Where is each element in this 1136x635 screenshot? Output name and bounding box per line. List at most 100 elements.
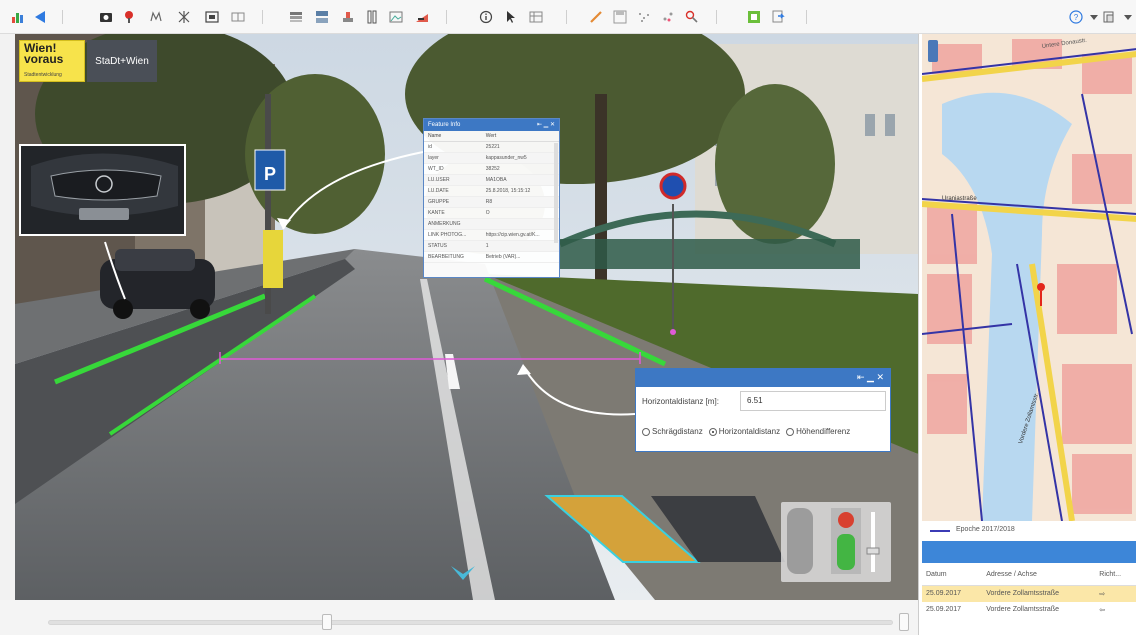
save-icon[interactable] — [610, 7, 630, 27]
overview-map[interactable]: Untere Donaustr. Uraniastraße Vordere Zo… — [922, 34, 1136, 521]
radio-label: Höhendifferenz — [796, 427, 851, 436]
measurement-dialog-header[interactable]: ⇤ ▁ ✕ — [636, 369, 890, 387]
window-controls[interactable]: ⇤ ▁ ✕ — [537, 121, 555, 128]
table-row[interactable]: ANMERKUNG — [424, 218, 559, 230]
distance-value-field[interactable]: 6.51 — [740, 391, 886, 411]
position-marker-icon — [1037, 283, 1045, 291]
distance-mode-options: Schrägdistanz Horizontaldistanz Höhendif… — [642, 427, 892, 436]
legend-label: Epoche 2017/2018 — [956, 526, 1015, 533]
measurement-dialog[interactable]: ⇤ ▁ ✕ Horizontaldistanz [m]: 6.51 Schräg… — [635, 368, 891, 452]
history-date-cell: 25.09.2017 — [922, 585, 983, 602]
zoom-inset — [19, 144, 186, 236]
column-icon[interactable] — [362, 7, 382, 27]
feature-info-table: Name Wert id 25221 layer kappasunder_nw5 WT_… — [424, 131, 559, 263]
cursor-icon[interactable] — [500, 7, 520, 27]
table-row[interactable]: 25.09.2017 Vordere Zollamtsstraße ⇨ — [922, 585, 1136, 602]
attribute-value-cell: kappasunder_nw5 — [481, 152, 559, 164]
table-row[interactable]: GRUPPE R8 — [424, 196, 559, 208]
history-dir-cell: ⇦ — [1099, 606, 1106, 614]
radio-label: Schrägdistanz — [652, 427, 703, 436]
logo-stadt-text: StaDt+Wien — [95, 55, 149, 67]
distance-label: Horizontaldistanz [m]: — [642, 397, 719, 406]
feature-info-panel[interactable]: Feature Info ⇤ ▁ ✕ Name Wert id 25221 laye… — [423, 118, 560, 278]
scrollbar[interactable] — [554, 143, 558, 243]
back-arrow-icon[interactable] — [30, 7, 50, 27]
history-header-bar — [922, 541, 1136, 563]
attribute-name-cell: id — [424, 141, 482, 153]
grid-icon[interactable] — [174, 7, 194, 27]
attribute-name-cell: LINK PHOTOG... — [424, 229, 482, 241]
table-icon[interactable] — [526, 7, 546, 27]
pencil-icon[interactable] — [586, 7, 606, 27]
table-row[interactable]: LINK PHOTOG... https://cip.wien.gv.at/K..… — [424, 229, 559, 241]
chevron-down-icon[interactable] — [1118, 7, 1136, 27]
car — [100, 249, 215, 319]
attribute-value-cell: Betrieb (VAR)... — [481, 251, 559, 263]
frame-icon[interactable] — [202, 7, 222, 27]
vehicle-camera-widget[interactable] — [781, 502, 891, 582]
table-row[interactable]: KANTE O — [424, 207, 559, 219]
radio-horizontal-distance[interactable]: Horizontaldistanz — [708, 427, 780, 436]
toolbar: ? — [0, 0, 1136, 34]
attribute-name-cell: LU.DATE — [424, 185, 482, 197]
column-header-address[interactable]: Adresse / Achse — [982, 565, 1096, 586]
table-row[interactable]: layer kappasunder_nw5 — [424, 152, 559, 164]
timeline-end-handle[interactable] — [899, 613, 909, 631]
info-icon[interactable] — [476, 7, 496, 27]
street-view-viewer[interactable]: P Wien! voraus Stadtentwicklung StaDt+Wi… — [15, 34, 918, 600]
timeline-slider-thumb[interactable] — [321, 614, 332, 630]
svg-text:P: P — [264, 164, 276, 184]
right-panel: Untere Donaustr. Uraniastraße Vordere Zo… — [918, 34, 1136, 635]
export-icon[interactable] — [744, 7, 764, 27]
split-view-icon[interactable] — [312, 7, 332, 27]
vehicle-icon[interactable] — [837, 534, 855, 570]
book-icon[interactable] — [228, 7, 248, 27]
timeline-bar — [0, 600, 918, 635]
app-window: ? P Wien! voraus Stadtentwicklung StaDt+… — [0, 0, 1136, 635]
scatter-icon[interactable] — [658, 7, 678, 27]
attribute-name-cell: WT_ID — [424, 163, 482, 175]
history-address-cell: Vordere Zollamtsstraße — [986, 606, 1059, 613]
feature-info-header[interactable]: Feature Info ⇤ ▁ ✕ — [424, 119, 559, 131]
car-closeup — [21, 146, 184, 234]
car-top-view-icon[interactable] — [787, 508, 813, 574]
search-icon[interactable] — [682, 7, 702, 27]
chart-icon[interactable] — [8, 7, 28, 27]
tree-icon[interactable] — [146, 7, 166, 27]
attribute-name-cell: KANTE — [424, 207, 482, 219]
refresh-icon[interactable] — [768, 7, 788, 27]
attribute-value-cell: 25.8.2018, 15:15:12 — [481, 185, 559, 197]
pin-icon[interactable] — [120, 7, 140, 27]
table-row[interactable]: STATUS 1 — [424, 240, 559, 252]
table-row[interactable]: 25.09.2017 Vordere Zollamtsstraße ⇦ — [922, 602, 1136, 618]
attribute-value-cell: 38252 — [481, 163, 559, 175]
window-controls[interactable]: ⇤ ▁ ✕ — [857, 372, 884, 383]
camera-front-icon[interactable] — [838, 512, 854, 528]
layers-icon[interactable] — [286, 7, 306, 27]
column-header-direction[interactable]: Richt... — [1095, 565, 1136, 586]
map-zoom-control[interactable] — [928, 40, 938, 62]
road-icon[interactable] — [412, 7, 432, 27]
feature-info-title: Feature Info — [428, 122, 461, 128]
logo-text: Wien! voraus — [24, 41, 64, 66]
camera-icon[interactable] — [96, 7, 116, 27]
attribute-name-cell: ANMERKUNG — [424, 218, 482, 230]
attribute-name-cell: layer — [424, 152, 482, 164]
column-header-date[interactable]: Datum — [922, 565, 983, 586]
table-row[interactable]: LU.DATE 25.8.2018, 15:15:12 — [424, 185, 559, 197]
table-row[interactable]: BEARBEITUNG Betrieb (VAR)... — [424, 251, 559, 263]
help-icon[interactable]: ? — [1066, 7, 1086, 27]
column-header-name: Name — [424, 131, 482, 142]
dots-icon[interactable] — [634, 7, 654, 27]
timeline-slider-track[interactable] — [48, 620, 893, 625]
radio-slope-distance[interactable]: Schrägdistanz — [642, 427, 703, 436]
radio-height-difference[interactable]: Höhendifferenz — [786, 427, 850, 436]
table-row[interactable]: WT_ID 38252 — [424, 163, 559, 175]
map-legend: Epoche 2017/2018 — [922, 524, 1136, 538]
window-icon[interactable] — [1100, 7, 1120, 27]
height-slider[interactable] — [866, 547, 880, 555]
table-row[interactable]: id 25221 — [424, 141, 559, 153]
table-row[interactable]: LU.USER MA1OBA — [424, 174, 559, 186]
depth-icon[interactable] — [338, 7, 358, 27]
photo-icon[interactable] — [386, 7, 406, 27]
